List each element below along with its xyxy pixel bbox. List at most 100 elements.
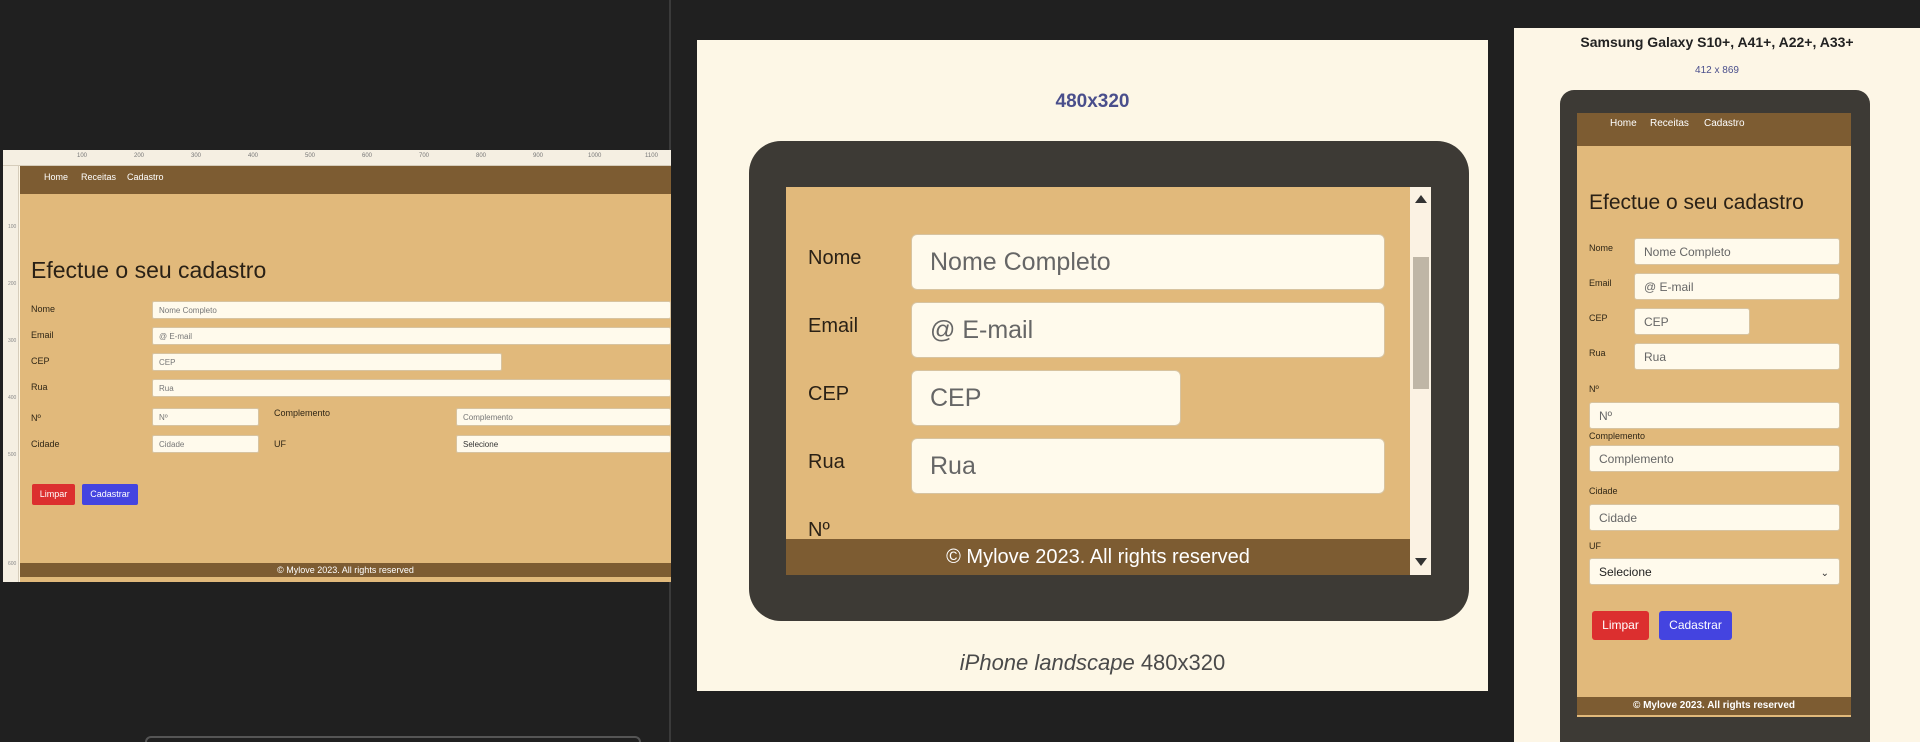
ruler-tick: 500 bbox=[305, 153, 316, 159]
device-card: 480x320 Nome Nome Completo Email @ E-mai… bbox=[697, 40, 1488, 691]
complemento-input[interactable]: Complemento bbox=[456, 408, 671, 426]
footer: © Mylove 2023. All rights reserved bbox=[1577, 697, 1851, 715]
cep-label: CEP bbox=[1589, 313, 1608, 323]
complemento-label: Complemento bbox=[274, 408, 331, 418]
caption-device-name: iPhone landscape bbox=[959, 650, 1135, 675]
chevron-down-icon: ⌄ bbox=[1820, 568, 1829, 579]
limpar-button[interactable]: Limpar bbox=[1592, 611, 1649, 640]
panel-top-band bbox=[1514, 0, 1920, 28]
ruler-tick: 200 bbox=[8, 281, 17, 287]
nome-input[interactable]: Nome Completo bbox=[152, 301, 671, 319]
phone-screen: Home Receitas Cadastro Efectue o seu cad… bbox=[1577, 113, 1851, 717]
rua-input[interactable]: Rua bbox=[1634, 343, 1840, 370]
nav-home-link[interactable]: Home bbox=[1610, 118, 1637, 129]
numero-input[interactable]: Nº bbox=[1589, 402, 1840, 429]
device-caption: iPhone landscape 480x320 bbox=[697, 650, 1488, 676]
uf-label: UF bbox=[1589, 541, 1601, 551]
ruler-tick: 300 bbox=[191, 153, 202, 159]
nav-cadastro-link[interactable]: Cadastro bbox=[1704, 118, 1745, 129]
scrollbar-thumb[interactable] bbox=[1413, 257, 1429, 389]
device-name: Samsung Galaxy S10+, A41+, A22+, A33+ bbox=[1580, 34, 1854, 50]
ruler-tick: 400 bbox=[8, 395, 17, 401]
nav-receitas-link[interactable]: Receitas bbox=[1650, 118, 1689, 129]
cidade-label: Cidade bbox=[1589, 486, 1618, 496]
email-label: Email bbox=[808, 315, 859, 337]
cadastrar-button[interactable]: Cadastrar bbox=[1659, 611, 1732, 640]
ruler-tick: 100 bbox=[8, 224, 17, 230]
email-input[interactable]: @ E-mail bbox=[152, 327, 671, 345]
rua-label: Rua bbox=[1589, 348, 1606, 358]
email-input[interactable]: @ E-mail bbox=[1634, 273, 1840, 300]
size-label: 480x320 bbox=[1055, 91, 1130, 112]
nome-label: Nome bbox=[808, 247, 862, 269]
complemento-label: Complemento bbox=[1589, 431, 1646, 441]
rua-input[interactable]: Rua bbox=[911, 438, 1385, 494]
email-label: Email bbox=[1589, 278, 1612, 288]
cep-input[interactable]: CEP bbox=[1634, 308, 1750, 335]
uf-select[interactable]: Selecione ⌄ bbox=[1589, 558, 1840, 585]
samsung-panel: Samsung Galaxy S10+, A41+, A22+, A33+ 41… bbox=[1514, 28, 1920, 742]
numero-label: Nº bbox=[1589, 384, 1599, 394]
ruler-tick: 200 bbox=[134, 153, 145, 159]
desktop-preview-panel: 100 200 300 400 500 600 700 800 900 1000… bbox=[0, 0, 671, 742]
ruler-tick: 300 bbox=[8, 338, 17, 344]
site-viewport: Home Receitas Cadastro Efectue o seu cad… bbox=[20, 166, 671, 582]
phone-screen: Nome Nome Completo Email @ E-mail CEP CE… bbox=[786, 187, 1431, 575]
ruler-tick: 600 bbox=[362, 153, 373, 159]
desktop-preview-frame: 100 200 300 400 500 600 700 800 900 1000… bbox=[3, 150, 671, 582]
numero-input[interactable]: Nº bbox=[152, 408, 259, 426]
ruler-tick: 1000 bbox=[588, 153, 602, 159]
ruler-tick: 800 bbox=[476, 153, 487, 159]
cep-input[interactable]: CEP bbox=[152, 353, 502, 371]
footer: © Mylove 2023. All rights reserved bbox=[786, 539, 1410, 575]
nav-home-link[interactable]: Home bbox=[44, 172, 68, 182]
horizontal-ruler: 100 200 300 400 500 600 700 800 900 1000… bbox=[3, 150, 671, 166]
page-title: Efectue o seu cadastro bbox=[31, 257, 267, 283]
ruler-tick: 100 bbox=[77, 153, 88, 159]
footer: © Mylove 2023. All rights reserved bbox=[20, 563, 671, 577]
ruler-tick: 500 bbox=[8, 452, 17, 458]
nav-cadastro-link[interactable]: Cadastro bbox=[127, 172, 164, 182]
email-label: Email bbox=[31, 330, 54, 340]
iphone-landscape-panel: 480x320 Nome Nome Completo Email @ E-mai… bbox=[671, 0, 1514, 742]
ruler-tick: 600 bbox=[8, 561, 17, 567]
rua-label: Rua bbox=[808, 451, 845, 473]
caption-size: 480x320 bbox=[1140, 650, 1226, 675]
cadastrar-button[interactable]: Cadastrar bbox=[82, 484, 138, 505]
page-title: Efectue o seu cadastro bbox=[1589, 191, 1804, 214]
nav-receitas-link[interactable]: Receitas bbox=[81, 172, 116, 182]
nome-input[interactable]: Nome Completo bbox=[911, 234, 1385, 290]
cep-label: CEP bbox=[31, 356, 50, 366]
complemento-input[interactable]: Complemento bbox=[1589, 445, 1840, 472]
uf-label: UF bbox=[274, 439, 286, 449]
ruler-tick: 400 bbox=[248, 153, 259, 159]
ruler-tick: 1100 bbox=[645, 153, 658, 159]
device-resolution: 412 x 869 bbox=[1695, 65, 1739, 76]
nome-label: Nome bbox=[31, 304, 56, 314]
email-input[interactable]: @ E-mail bbox=[911, 302, 1385, 358]
phone-frame: Home Receitas Cadastro Efectue o seu cad… bbox=[1560, 90, 1870, 742]
vertical-ruler: 100 200 300 400 500 600 bbox=[3, 166, 19, 582]
limpar-button[interactable]: Limpar bbox=[32, 484, 75, 505]
device-frame-edge bbox=[145, 736, 641, 742]
cidade-input[interactable]: Cidade bbox=[1589, 504, 1840, 531]
uf-select[interactable]: Selecione bbox=[456, 435, 671, 453]
navbar: Home Receitas Cadastro bbox=[1577, 113, 1851, 146]
cidade-label: Cidade bbox=[31, 439, 60, 449]
nome-label: Nome bbox=[1589, 243, 1614, 253]
phone-frame: Nome Nome Completo Email @ E-mail CEP CE… bbox=[749, 141, 1469, 621]
nome-input[interactable]: Nome Completo bbox=[1634, 238, 1840, 265]
cep-label: CEP bbox=[808, 383, 850, 405]
rua-input[interactable]: Rua bbox=[152, 379, 671, 397]
numero-label: Nº bbox=[31, 413, 41, 423]
navbar: Home Receitas Cadastro bbox=[20, 166, 671, 194]
scroll-down-arrow-icon[interactable] bbox=[1415, 558, 1427, 566]
uf-select-value: Selecione bbox=[1599, 565, 1652, 579]
ruler-tick: 700 bbox=[419, 153, 430, 159]
cep-input[interactable]: CEP bbox=[911, 370, 1181, 426]
scrollbar[interactable] bbox=[1410, 187, 1431, 575]
cidade-input[interactable]: Cidade bbox=[152, 435, 259, 453]
scroll-up-arrow-icon[interactable] bbox=[1415, 195, 1427, 203]
rua-label: Rua bbox=[31, 382, 48, 392]
ruler-tick: 900 bbox=[533, 153, 544, 159]
